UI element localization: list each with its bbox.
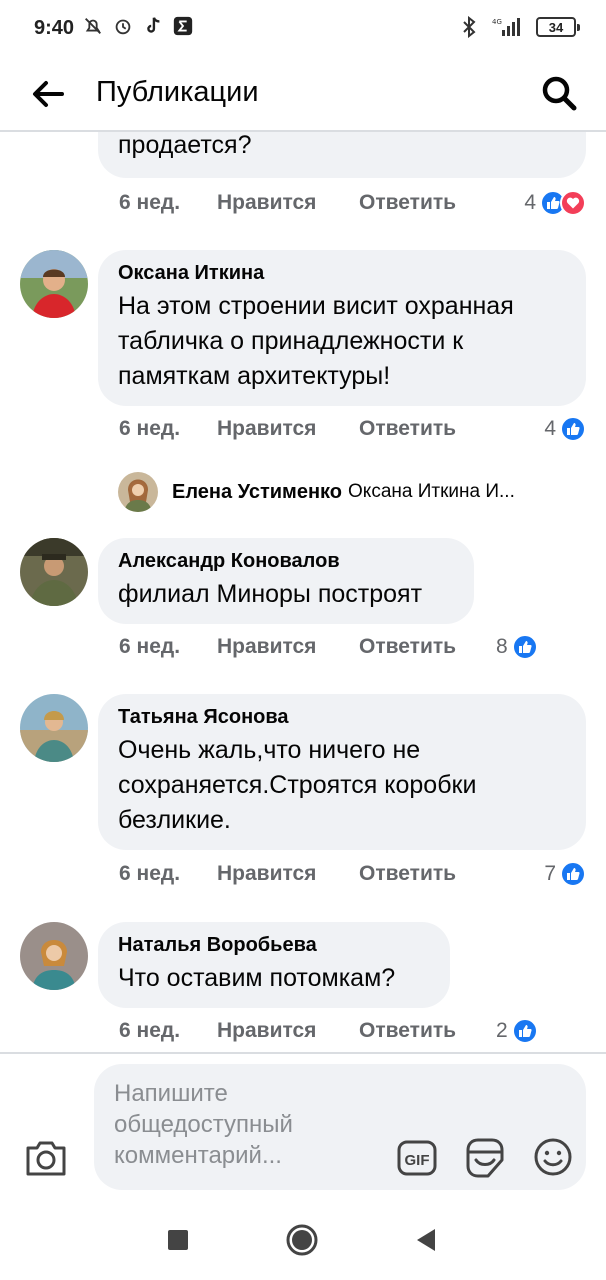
avatar[interactable] — [20, 250, 88, 318]
home-button[interactable] — [284, 1222, 320, 1258]
reaction-count: 4 — [524, 191, 536, 214]
comment-bubble[interactable]: Наталья Воробьева Что оставим потомкам? — [98, 922, 450, 1008]
gif-button[interactable]: GIF — [396, 1138, 438, 1178]
svg-text:4G: 4G — [492, 18, 502, 26]
like-icon — [511, 1018, 538, 1044]
comment-text: На этом строении висит охранная табличка… — [118, 292, 514, 390]
back-nav-button[interactable] — [408, 1222, 444, 1258]
comment-input[interactable]: Напишите общедоступный комментарий... GI… — [94, 1064, 586, 1190]
square-icon — [168, 1230, 188, 1250]
reaction-count: 2 — [496, 1019, 508, 1042]
comment-time[interactable]: 6 нед. — [119, 191, 217, 215]
like-button[interactable]: Нравится — [217, 191, 359, 215]
reactions-summary[interactable]: 8 — [496, 630, 538, 664]
status-system-icons: 4G 34 — [460, 16, 580, 38]
reply-button[interactable]: Ответить — [359, 1019, 456, 1043]
love-icon — [560, 190, 586, 216]
recents-button[interactable] — [160, 1222, 196, 1258]
reply-button[interactable]: Ответить — [359, 635, 456, 659]
comment-actions: 6 нед. Нравится Ответить — [119, 857, 456, 891]
comment-placeholder: Напишите общедоступный комментарий... — [114, 1080, 293, 1169]
avatar[interactable] — [118, 472, 158, 512]
battery-icon: 34 — [536, 17, 580, 37]
comment-bubble[interactable]: Татьяна Ясонова Очень жаль,что ничего не… — [98, 694, 586, 850]
comment-time[interactable]: 6 нед. — [119, 1019, 217, 1043]
emoji-button[interactable] — [532, 1136, 574, 1178]
svg-text:GIF: GIF — [405, 1152, 430, 1169]
reply-button[interactable]: Ответить — [359, 862, 456, 886]
reply-preview[interactable]: Елена Устименко Оксана Иткина И... — [118, 470, 515, 514]
reaction-count: 4 — [544, 417, 556, 440]
like-button[interactable]: Нравится — [217, 1019, 359, 1043]
comment-author[interactable]: Александр Коновалов — [118, 550, 454, 573]
like-icon — [511, 634, 538, 660]
alarm-icon — [115, 19, 131, 35]
camera-button[interactable] — [24, 1138, 68, 1178]
sticker-icon — [466, 1138, 504, 1178]
like-button[interactable]: Нравится — [217, 417, 359, 441]
comment-time[interactable]: 6 нед. — [119, 417, 217, 441]
avatar[interactable] — [20, 538, 88, 606]
bluetooth-icon — [463, 16, 476, 38]
back-button[interactable] — [30, 76, 66, 112]
tiktok-icon — [147, 17, 160, 33]
search-button[interactable] — [538, 72, 580, 114]
reactions-summary[interactable]: 7 — [544, 857, 586, 891]
signal-icon: 4G — [492, 18, 520, 36]
comment-actions: 6 нед. Нравится Ответить — [119, 1014, 456, 1048]
reactions-summary[interactable]: 4 — [544, 412, 586, 446]
comments-feed[interactable]: продается? 6 нед. Нравится Ответить 4 Ок… — [0, 132, 606, 1052]
reply-button[interactable]: Ответить — [359, 417, 456, 441]
comment-time[interactable]: 6 нед. — [119, 862, 217, 886]
comment-author[interactable]: Наталья Воробьева — [118, 934, 430, 957]
like-button[interactable]: Нравится — [217, 635, 359, 659]
reply-author: Елена Устименко — [172, 480, 343, 503]
comment-composer: Напишите общедоступный комментарий... GI… — [0, 1052, 606, 1200]
comment-actions: 6 нед. Нравится Ответить — [119, 630, 456, 664]
comment-text: Очень жаль,что ничего не сохраняется.Стр… — [118, 736, 477, 834]
comment-author[interactable]: Татьяна Ясонова — [118, 706, 566, 729]
like-icon — [560, 416, 586, 442]
comment-actions: 6 нед. Нравится Ответить — [119, 186, 456, 220]
comment-actions: 6 нед. Нравится Ответить — [119, 412, 456, 446]
reaction-count: 7 — [544, 862, 556, 885]
avatar[interactable] — [20, 694, 88, 762]
back-arrow-icon — [33, 81, 64, 107]
reply-snippet: Оксана Иткина И... — [348, 481, 515, 502]
status-time: 9:40 — [34, 17, 75, 39]
battery-level: 34 — [548, 19, 564, 35]
triangle-back-icon — [417, 1229, 435, 1251]
gif-icon: GIF — [397, 1140, 437, 1176]
system-nav-bar — [0, 1200, 606, 1280]
like-button[interactable]: Нравится — [217, 862, 359, 886]
comment-bubble[interactable]: Оксана Иткина На этом строении висит охр… — [98, 250, 586, 406]
comment-text: продается? — [118, 132, 252, 159]
app-bar: Публикации — [0, 58, 606, 132]
like-icon — [560, 861, 586, 887]
reactions-summary[interactable]: 2 — [496, 1014, 538, 1048]
sigma-app-icon — [173, 16, 193, 36]
mute-bell-icon — [85, 18, 101, 34]
reply-button[interactable]: Ответить — [359, 191, 456, 215]
camera-icon — [26, 1141, 66, 1176]
reactions-summary[interactable]: 4 — [524, 186, 586, 220]
page-title: Публикации — [96, 76, 259, 108]
comment-bubble-top[interactable]: продается? — [98, 132, 586, 178]
status-notification-icons — [82, 15, 194, 37]
status-bar: 9:40 4G 34 — [0, 0, 606, 58]
avatar[interactable] — [20, 922, 88, 990]
sticker-button[interactable] — [464, 1136, 506, 1180]
home-circle-icon — [286, 1224, 318, 1256]
comment-bubble[interactable]: Александр Коновалов филиал Миноры постро… — [98, 538, 474, 624]
comment-time[interactable]: 6 нед. — [119, 635, 217, 659]
comment-text: Что оставим потомкам? — [118, 964, 396, 992]
emoji-icon — [534, 1138, 572, 1176]
comment-author[interactable]: Оксана Иткина — [118, 262, 566, 285]
search-icon — [542, 76, 577, 111]
reaction-count: 8 — [496, 635, 508, 658]
comment-text: филиал Миноры построят — [118, 580, 423, 608]
